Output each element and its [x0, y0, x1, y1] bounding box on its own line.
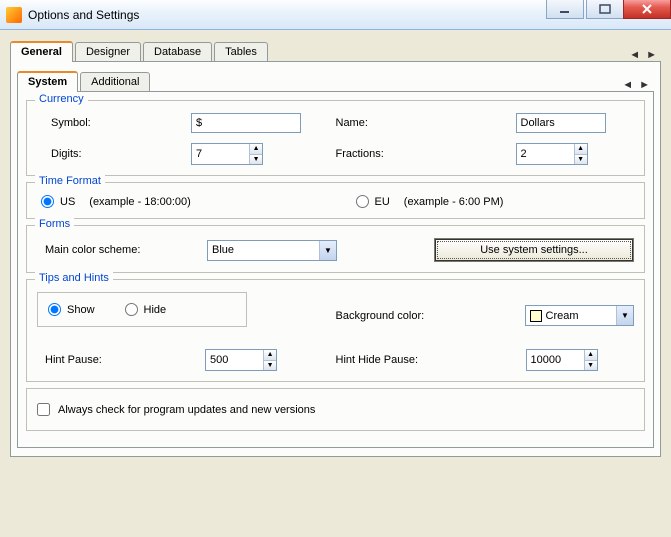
show-label: Show	[67, 304, 95, 316]
bg-color-dropdown[interactable]: Cream ▼	[525, 305, 634, 326]
spinner-down-icon[interactable]: ▼	[574, 155, 587, 165]
bg-color-value: Cream	[546, 310, 579, 322]
app-icon	[6, 7, 22, 23]
hint-hide-pause-label: Hint Hide Pause:	[336, 354, 526, 366]
inner-tab-prev-icon[interactable]: ◄	[622, 79, 633, 91]
hint-hide-pause-spinner[interactable]: ▲▼	[526, 349, 598, 371]
close-button[interactable]	[623, 0, 671, 19]
us-label: US	[60, 196, 75, 208]
group-forms: Forms Main color scheme: Blue ▼ Use syst…	[26, 225, 645, 273]
window-title: Options and Settings	[28, 8, 139, 22]
digits-label: Digits:	[51, 148, 191, 160]
fractions-label: Fractions:	[336, 148, 516, 160]
symbol-label: Symbol:	[51, 117, 191, 129]
fractions-spinner[interactable]: ▲▼	[516, 143, 588, 165]
spinner-up-icon[interactable]: ▲	[574, 144, 587, 155]
name-input[interactable]	[516, 113, 606, 133]
timeformat-title: Time Format	[35, 175, 105, 187]
tab-general[interactable]: General	[10, 41, 73, 62]
window-titlebar: Options and Settings	[0, 0, 671, 30]
tab-tables[interactable]: Tables	[214, 42, 268, 61]
chevron-down-icon[interactable]: ▼	[319, 241, 336, 260]
spinner-down-icon[interactable]: ▼	[584, 361, 597, 371]
us-example: (example - 18:00:00)	[89, 196, 191, 208]
minimize-button[interactable]	[546, 0, 584, 19]
bg-color-label: Background color:	[336, 310, 525, 322]
hint-pause-input[interactable]	[206, 350, 263, 370]
outer-tab-next-icon[interactable]: ►	[646, 49, 657, 61]
scheme-value: Blue	[212, 244, 234, 256]
radio-eu-input[interactable]	[356, 195, 369, 208]
radio-show-input[interactable]	[48, 303, 61, 316]
spinner-up-icon[interactable]: ▲	[584, 350, 597, 361]
tab-additional[interactable]: Additional	[80, 72, 150, 91]
group-time-format: Time Format US (example - 18:00:00) EU	[26, 182, 645, 219]
color-swatch-icon	[530, 310, 542, 322]
maximize-button[interactable]	[586, 0, 624, 19]
group-tips: Tips and Hints Show Hide	[26, 279, 645, 382]
symbol-input[interactable]	[191, 113, 301, 133]
inner-tab-row: System Additional ◄ ►	[17, 68, 654, 92]
updates-checkbox[interactable]	[37, 403, 50, 416]
eu-label: EU	[375, 196, 390, 208]
radio-hide-input[interactable]	[125, 303, 138, 316]
spinner-down-icon[interactable]: ▼	[249, 155, 262, 165]
tips-show-hide-box: Show Hide	[37, 292, 247, 327]
hide-label: Hide	[144, 304, 167, 316]
tab-system[interactable]: System	[17, 71, 78, 92]
group-updates: Always check for program updates and new…	[26, 388, 645, 431]
radio-us-input[interactable]	[41, 195, 54, 208]
scheme-label: Main color scheme:	[37, 244, 207, 256]
spinner-up-icon[interactable]: ▲	[263, 350, 276, 361]
eu-example: (example - 6:00 PM)	[404, 196, 504, 208]
outer-tab-row: General Designer Database Tables ◄ ►	[10, 38, 661, 62]
tab-database[interactable]: Database	[143, 42, 212, 61]
digits-spinner[interactable]: ▲▼	[191, 143, 263, 165]
spinner-down-icon[interactable]: ▼	[263, 361, 276, 371]
hint-pause-spinner[interactable]: ▲▼	[205, 349, 277, 371]
digits-input[interactable]	[192, 144, 249, 164]
outer-tab-prev-icon[interactable]: ◄	[629, 49, 640, 61]
use-system-settings-button[interactable]: Use system settings...	[434, 238, 634, 262]
radio-us[interactable]: US	[41, 195, 75, 208]
currency-title: Currency	[35, 93, 88, 105]
chevron-down-icon[interactable]: ▼	[616, 306, 633, 325]
radio-show[interactable]: Show	[48, 303, 95, 316]
fractions-input[interactable]	[517, 144, 574, 164]
inner-tab-next-icon[interactable]: ►	[639, 79, 650, 91]
radio-hide[interactable]: Hide	[125, 303, 167, 316]
forms-title: Forms	[35, 218, 74, 230]
hint-hide-pause-input[interactable]	[527, 350, 584, 370]
updates-label: Always check for program updates and new…	[58, 404, 315, 416]
spinner-up-icon[interactable]: ▲	[249, 144, 262, 155]
name-label: Name:	[336, 117, 516, 129]
tab-designer[interactable]: Designer	[75, 42, 141, 61]
group-currency: Currency Symbol: Name: Digits:	[26, 100, 645, 176]
hint-pause-label: Hint Pause:	[45, 354, 205, 366]
tips-title: Tips and Hints	[35, 272, 113, 284]
radio-eu[interactable]: EU	[356, 195, 390, 208]
scheme-dropdown[interactable]: Blue ▼	[207, 240, 337, 261]
